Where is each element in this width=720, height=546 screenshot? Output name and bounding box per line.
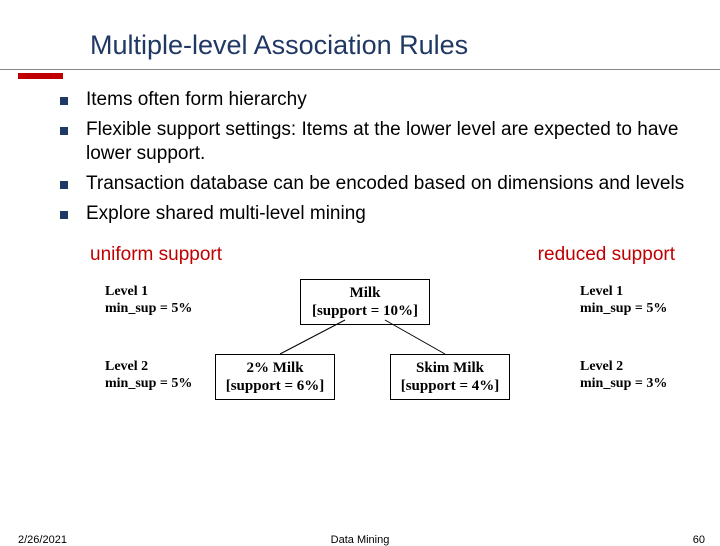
bullet-item: Transaction database can be encoded base…: [60, 172, 690, 197]
text: min_sup = 5%: [105, 301, 192, 316]
bullet-text: Transaction database can be encoded base…: [86, 172, 684, 197]
text: Skim Milk: [416, 360, 484, 376]
text: [support = 10%]: [312, 303, 418, 319]
text: Level 2: [105, 359, 148, 374]
text: Level 1: [105, 284, 148, 299]
bullet-item: Flexible support settings: Items at the …: [60, 118, 690, 167]
footer-page-number: 60: [693, 534, 705, 546]
skim-milk-node: Skim Milk [support = 4%]: [390, 354, 510, 400]
text: Level 2: [580, 359, 623, 374]
footer-title: Data Mining: [331, 534, 390, 546]
square-bullet-icon: [60, 181, 68, 189]
hierarchy-diagram: uniform support reduced support Level 1 …: [0, 244, 720, 469]
square-bullet-icon: [60, 97, 68, 105]
text: min_sup = 3%: [580, 376, 667, 391]
left-level2-label: Level 2 min_sup = 5%: [105, 359, 192, 393]
bullet-text: Items often form hierarchy: [86, 88, 307, 113]
text: min_sup = 5%: [105, 376, 192, 391]
bullet-list: Items often form hierarchy Flexible supp…: [0, 70, 720, 226]
bullet-item: Explore shared multi-level mining: [60, 202, 690, 227]
text: 2% Milk: [246, 360, 303, 376]
uniform-support-label: uniform support: [90, 244, 222, 266]
text: min_sup = 5%: [580, 301, 667, 316]
milk-node: Milk [support = 10%]: [300, 279, 430, 325]
two-percent-milk-node: 2% Milk [support = 6%]: [215, 354, 335, 400]
bullet-text: Flexible support settings: Items at the …: [86, 118, 690, 167]
footer-date: 2/26/2021: [18, 534, 67, 546]
slide-title: Multiple-level Association Rules: [90, 30, 720, 61]
right-level2-label: Level 2 min_sup = 3%: [580, 359, 667, 393]
text: [support = 4%]: [401, 378, 500, 394]
reduced-support-label: reduced support: [538, 244, 675, 266]
right-level1-label: Level 1 min_sup = 5%: [580, 284, 667, 318]
connector-lines: [0, 244, 720, 469]
bullet-item: Items often form hierarchy: [60, 88, 690, 113]
square-bullet-icon: [60, 211, 68, 219]
text: [support = 6%]: [226, 378, 325, 394]
bullet-text: Explore shared multi-level mining: [86, 202, 366, 227]
text: Level 1: [580, 284, 623, 299]
square-bullet-icon: [60, 127, 68, 135]
accent-bar: [18, 73, 63, 79]
title-area: Multiple-level Association Rules: [0, 0, 720, 70]
text: Milk: [350, 285, 381, 301]
left-level1-label: Level 1 min_sup = 5%: [105, 284, 192, 318]
